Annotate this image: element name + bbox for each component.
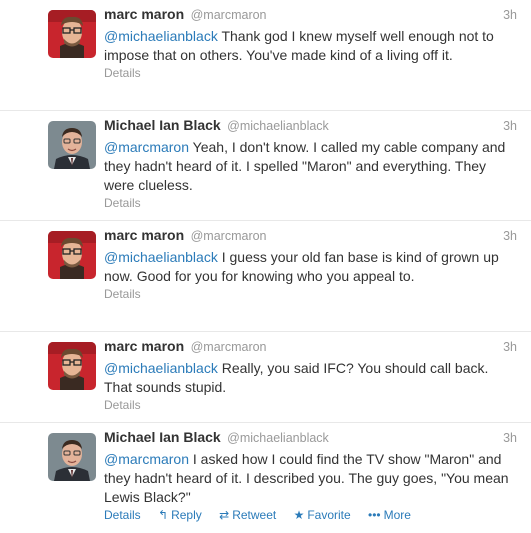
tweet-text: @michaelianblack Really, you said IFC? Y… bbox=[104, 359, 517, 397]
details-link[interactable]: Details bbox=[104, 66, 141, 80]
tweet-timestamp[interactable]: 3h bbox=[503, 229, 517, 243]
reply-button[interactable]: ↰ Reply bbox=[158, 508, 202, 522]
tweet-username[interactable]: @marcmaron bbox=[191, 8, 267, 22]
tweet-timestamp[interactable]: 3h bbox=[503, 8, 517, 22]
reply-label: Reply bbox=[171, 508, 202, 522]
marc-maron-avatar-image bbox=[48, 342, 96, 390]
details-link[interactable]: Details bbox=[104, 196, 141, 210]
tweet-item[interactable]: marc maron @marcmaron 3h @michaelianblac… bbox=[0, 332, 531, 423]
mention-link[interactable]: @michaelianblack bbox=[104, 28, 218, 44]
tweet-text: @marcmaron Yeah, I don't know. I called … bbox=[104, 138, 517, 195]
tweet-text: @michaelianblack I guess your old fan ba… bbox=[104, 248, 517, 286]
favorite-button[interactable]: ★ Favorite bbox=[294, 508, 351, 522]
retweet-label: Retweet bbox=[232, 508, 277, 522]
retweet-button[interactable]: ⇄ Retweet bbox=[219, 508, 276, 522]
tweet-item[interactable]: Michael Ian Black @michaelianblack 3h @m… bbox=[0, 423, 531, 533]
more-button[interactable]: ••• More bbox=[368, 508, 411, 522]
marc-maron-avatar-image bbox=[48, 10, 96, 58]
tweet-timestamp[interactable]: 3h bbox=[503, 431, 517, 445]
star-icon: ★ bbox=[293, 508, 305, 522]
avatar[interactable] bbox=[48, 121, 96, 169]
tweet-fullname[interactable]: Michael Ian Black bbox=[104, 429, 221, 445]
tweet-item[interactable]: Michael Ian Black @michaelianblack 3h @m… bbox=[0, 111, 531, 221]
tweet-fullname[interactable]: Michael Ian Black bbox=[104, 117, 221, 133]
retweet-icon: ⇄ bbox=[219, 508, 230, 522]
tweet-timestamp[interactable]: 3h bbox=[503, 340, 517, 354]
avatar[interactable] bbox=[48, 231, 96, 279]
reply-icon: ↰ bbox=[158, 508, 169, 522]
details-link[interactable]: Details bbox=[104, 508, 141, 522]
tweet-item[interactable]: marc maron @marcmaron 3h @michaelianblac… bbox=[0, 221, 531, 332]
more-label: More bbox=[383, 508, 411, 522]
michael-ian-black-avatar-image bbox=[48, 433, 96, 481]
mention-link[interactable]: @michaelianblack bbox=[104, 360, 218, 376]
tweet-text: @marcmaron I asked how I could find the … bbox=[104, 450, 517, 507]
tweet-username[interactable]: @michaelianblack bbox=[227, 119, 329, 133]
details-link[interactable]: Details bbox=[104, 398, 141, 412]
michael-ian-black-avatar-image bbox=[48, 121, 96, 169]
mention-link[interactable]: @michaelianblack bbox=[104, 249, 218, 265]
avatar[interactable] bbox=[48, 342, 96, 390]
tweet-feed: marc maron @marcmaron 3h @michaelianblac… bbox=[0, 0, 531, 533]
tweet-fullname[interactable]: marc maron bbox=[104, 227, 184, 243]
marc-maron-avatar-image bbox=[48, 231, 96, 279]
mention-link[interactable]: @marcmaron bbox=[104, 451, 189, 467]
favorite-label: Favorite bbox=[307, 508, 351, 522]
tweet-username[interactable]: @marcmaron bbox=[191, 340, 267, 354]
tweet-username[interactable]: @michaelianblack bbox=[227, 431, 329, 445]
tweet-username[interactable]: @marcmaron bbox=[191, 229, 267, 243]
tweet-item[interactable]: marc maron @marcmaron 3h @michaelianblac… bbox=[0, 0, 531, 111]
avatar[interactable] bbox=[48, 433, 96, 481]
avatar[interactable] bbox=[48, 10, 96, 58]
tweet-fullname[interactable]: marc maron bbox=[104, 6, 184, 22]
tweet-text: @michaelianblack Thank god I knew myself… bbox=[104, 27, 517, 65]
details-link[interactable]: Details bbox=[104, 287, 141, 301]
tweet-fullname[interactable]: marc maron bbox=[104, 338, 184, 354]
tweet-timestamp[interactable]: 3h bbox=[503, 119, 517, 133]
mention-link[interactable]: @marcmaron bbox=[104, 139, 189, 155]
more-dots-icon: ••• bbox=[368, 508, 381, 522]
